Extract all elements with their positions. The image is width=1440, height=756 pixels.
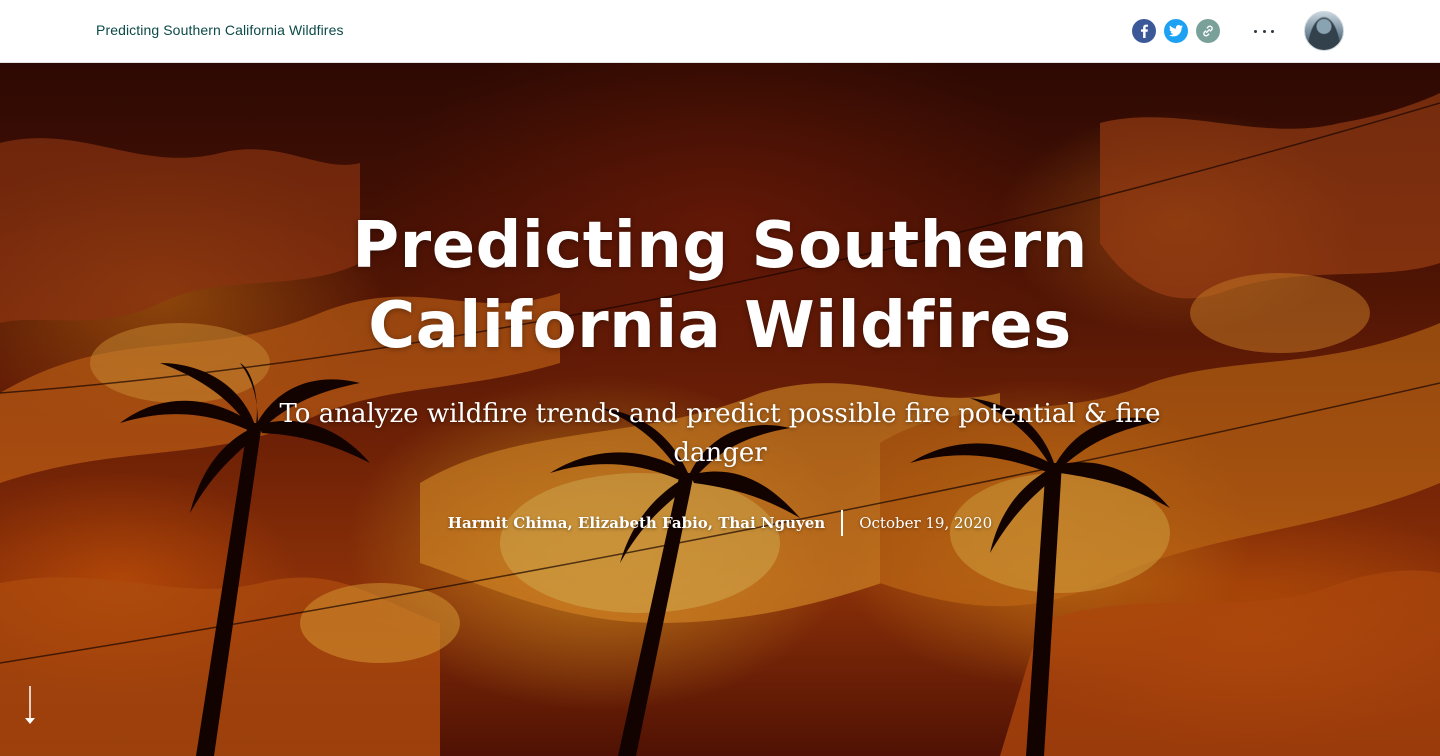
twitter-icon	[1169, 25, 1183, 37]
hero-cover: Predicting Southern California Wildfires…	[0, 63, 1440, 756]
user-avatar[interactable]	[1304, 11, 1344, 51]
link-icon	[1203, 25, 1213, 37]
more-options-button[interactable]	[1250, 20, 1278, 42]
copy-link-button[interactable]	[1196, 19, 1220, 43]
story-title: Predicting Southern California Wildfires	[352, 209, 1088, 363]
story-subtitle: To analyze wildfire trends and predict p…	[279, 399, 1161, 468]
arrow-down-icon	[25, 686, 35, 724]
byline-divider	[841, 510, 844, 536]
facebook-share-button[interactable]	[1132, 19, 1156, 43]
top-navigation-bar: Predicting Southern California Wildfires	[0, 0, 1440, 63]
story-title-link[interactable]: Predicting Southern California Wildfires	[96, 22, 344, 38]
more-horizontal-icon	[1262, 29, 1266, 33]
publish-date: October 19, 2020	[859, 514, 993, 532]
more-horizontal-icon	[1254, 29, 1257, 33]
scroll-down-button[interactable]	[22, 684, 38, 726]
more-horizontal-icon	[1271, 29, 1274, 33]
authors: Harmit Chima, Elizabeth Fabio, Thai Nguy…	[447, 514, 826, 532]
twitter-share-button[interactable]	[1164, 19, 1188, 43]
byline: Harmit Chima, Elizabeth Fabio, Thai Nguy…	[420, 509, 1020, 537]
facebook-icon	[1141, 24, 1148, 38]
